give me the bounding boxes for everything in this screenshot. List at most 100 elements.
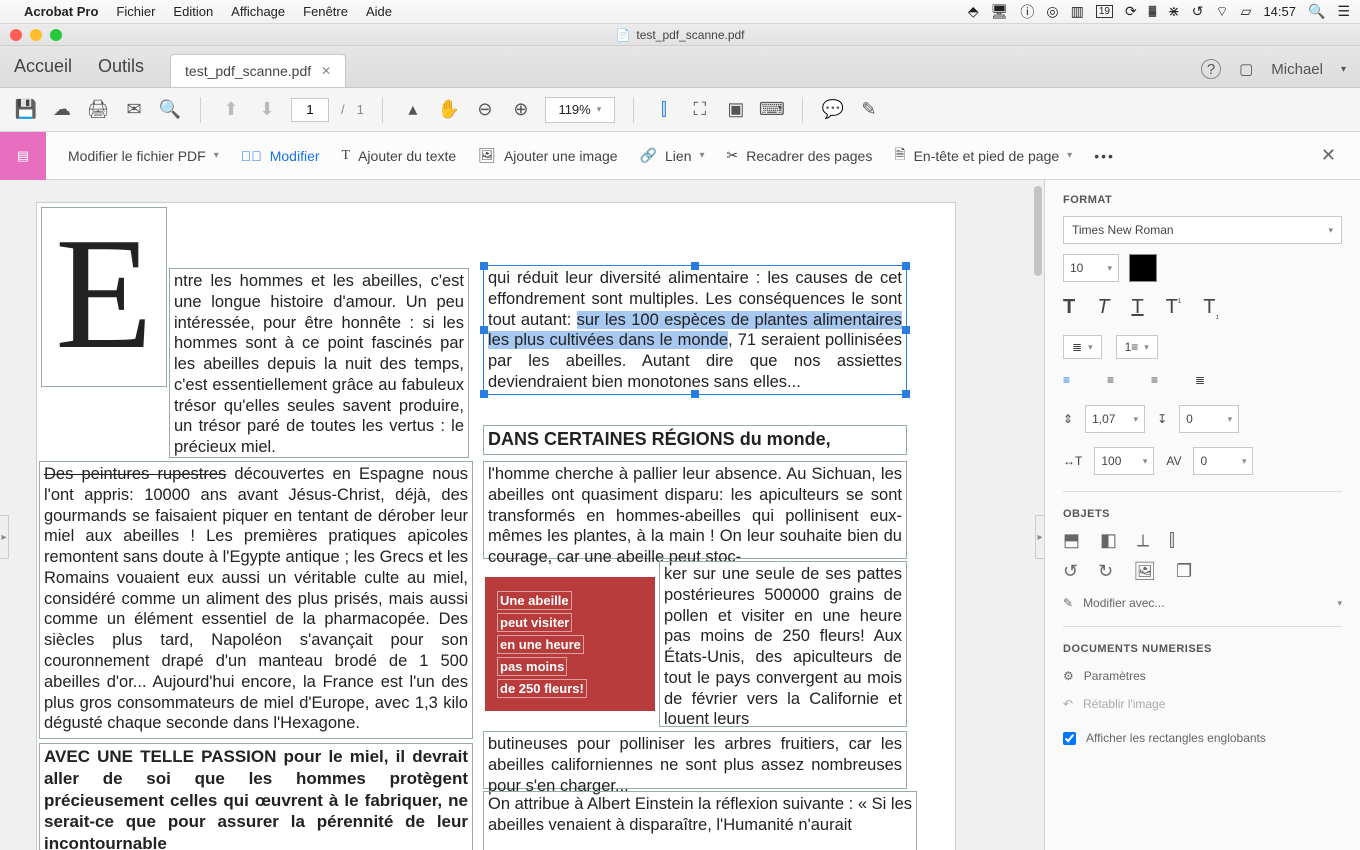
- subscript-button[interactable]: T₁: [1203, 296, 1219, 321]
- align-right-button[interactable]: ≡: [1151, 373, 1173, 391]
- rotate-ccw-icon[interactable]: ↺: [1063, 561, 1078, 582]
- flip-h-icon[interactable]: ◧: [1100, 530, 1117, 551]
- pdf-page[interactable]: E ntre les hommes et les abeilles, c'est…: [36, 202, 956, 850]
- replace-image-icon[interactable]: 🖼: [1133, 561, 1156, 582]
- minimize-window-button[interactable]: [30, 29, 42, 41]
- heading-box[interactable]: DANS CERTAINES RÉGIONS du monde,: [483, 425, 907, 455]
- add-image-button[interactable]: 🖼 Ajouter une image: [478, 147, 617, 164]
- toolbar-icon[interactable]: ▥: [1071, 3, 1084, 20]
- fit-page-icon[interactable]: ⛶: [688, 98, 712, 122]
- comment-icon[interactable]: 💬: [821, 98, 845, 122]
- clock[interactable]: 14:57: [1263, 4, 1296, 19]
- scrollbar-thumb[interactable]: [1034, 186, 1042, 276]
- show-bounding-boxes-checkbox[interactable]: [1063, 732, 1076, 745]
- right-panel-toggle[interactable]: ▸: [1035, 515, 1044, 559]
- device-icon[interactable]: ▢: [1239, 60, 1253, 78]
- align-obj-icon[interactable]: ⫿: [1169, 530, 1175, 551]
- text-box[interactable]: AVEC UNE TELLE PASSION pour le miel, il …: [39, 743, 473, 850]
- zoom-dropdown[interactable]: 119% ▾: [545, 97, 615, 123]
- memory-icon[interactable]: ▓: [1149, 6, 1156, 17]
- modify-button[interactable]: ✎⃞ Modifier: [241, 148, 320, 164]
- font-family-select[interactable]: Times New Roman▾: [1063, 216, 1342, 244]
- select-tool-icon[interactable]: ▴: [401, 98, 425, 122]
- app-name[interactable]: Acrobat Pro: [24, 4, 98, 19]
- settings-button[interactable]: ⚙ Paramètres: [1063, 669, 1342, 683]
- dropbox-icon[interactable]: ⬘: [968, 3, 979, 20]
- tab-accueil[interactable]: Accueil: [14, 56, 72, 87]
- underline-button[interactable]: T: [1131, 296, 1143, 321]
- number-list-button[interactable]: 1≡ ▾: [1116, 335, 1158, 359]
- cc-cloud-icon[interactable]: ◎: [1046, 3, 1058, 20]
- superscript-button[interactable]: T¹: [1166, 296, 1182, 321]
- bluetooth-icon[interactable]: ⋇: [1168, 3, 1180, 20]
- search-icon[interactable]: 🔍: [158, 98, 182, 122]
- font-color-swatch[interactable]: [1129, 254, 1157, 282]
- print-icon[interactable]: 🖨: [86, 98, 110, 122]
- hscale-select[interactable]: 100▾: [1094, 447, 1154, 475]
- text-box[interactable]: ker sur une seule de ses pattes postérie…: [659, 561, 907, 727]
- close-window-button[interactable]: [10, 29, 22, 41]
- prev-page-icon[interactable]: ⬆: [219, 98, 243, 122]
- link-button[interactable]: 🔗 Lien ▾: [640, 147, 705, 164]
- space-after-select[interactable]: 0▾: [1179, 405, 1239, 433]
- dropcap-box[interactable]: E: [41, 207, 167, 387]
- menu-aide[interactable]: Aide: [366, 4, 392, 19]
- display-icon[interactable]: 🖥: [991, 3, 1009, 20]
- list-icon[interactable]: ☰: [1337, 3, 1350, 20]
- tab-outils[interactable]: Outils: [98, 56, 144, 87]
- modify-with-button[interactable]: ✎ Modifier avec... ▾: [1063, 596, 1342, 610]
- zoom-window-button[interactable]: [50, 29, 62, 41]
- menu-affichage[interactable]: Affichage: [231, 4, 285, 19]
- edit-pdf-tool-icon[interactable]: ▤: [0, 132, 46, 180]
- hand-tool-icon[interactable]: ✋: [437, 98, 461, 122]
- menu-fenetre[interactable]: Fenêtre: [303, 4, 348, 19]
- text-box[interactable]: Des peintures rupestres découvertes en E…: [39, 461, 473, 739]
- add-text-button[interactable]: T Ajouter du texte: [342, 148, 457, 164]
- tab-document-active[interactable]: test_pdf_scanne.pdf ✕: [170, 54, 346, 87]
- menu-edition[interactable]: Edition: [173, 4, 213, 19]
- bullet-list-button[interactable]: ≣ ▾: [1063, 335, 1102, 359]
- crop-obj-icon[interactable]: ⟂: [1137, 530, 1149, 551]
- rotate-cw-icon[interactable]: ↻: [1098, 561, 1113, 582]
- battery-icon[interactable]: ▱: [1241, 3, 1252, 20]
- zoom-out-icon[interactable]: ⊖: [473, 98, 497, 122]
- header-footer-button[interactable]: 🗎 En-tête et pied de page ▾: [894, 144, 1072, 168]
- keyboard-icon[interactable]: ⌨: [760, 98, 784, 122]
- highlight-icon[interactable]: ✎: [857, 98, 881, 122]
- align-left-button[interactable]: ≡: [1063, 373, 1085, 391]
- bold-button[interactable]: T: [1063, 296, 1075, 321]
- sync-icon[interactable]: ⟳: [1125, 3, 1137, 20]
- font-size-select[interactable]: 10▾: [1063, 254, 1119, 282]
- user-name[interactable]: Michael: [1271, 61, 1323, 78]
- save-icon[interactable]: 💾: [14, 98, 38, 122]
- arrange-icon[interactable]: ❐: [1176, 561, 1192, 582]
- tracking-select[interactable]: 0▾: [1193, 447, 1253, 475]
- user-caret-icon[interactable]: ▾: [1341, 64, 1346, 75]
- help-icon[interactable]: ?: [1201, 59, 1221, 79]
- text-box-selected[interactable]: qui réduit leur diversité alimentaire : …: [483, 265, 907, 395]
- next-page-icon[interactable]: ⬇: [255, 98, 279, 122]
- calendar-icon[interactable]: 19: [1096, 5, 1113, 18]
- edit-pdf-title[interactable]: Modifier le fichier PDF ▾: [68, 148, 219, 164]
- wifi-icon[interactable]: ⌔: [1216, 3, 1229, 21]
- align-justify-button[interactable]: ≣: [1195, 373, 1217, 391]
- spotlight-icon[interactable]: 🔍: [1308, 3, 1325, 20]
- tab-close-icon[interactable]: ✕: [321, 64, 331, 78]
- cloud-icon[interactable]: ☁: [50, 98, 74, 122]
- more-tools-button[interactable]: •••: [1094, 148, 1115, 164]
- timemachine-icon[interactable]: ↺: [1192, 3, 1204, 20]
- italic-button[interactable]: T: [1097, 296, 1109, 321]
- left-panel-toggle[interactable]: ▸: [0, 515, 9, 559]
- text-box[interactable]: ntre les hommes et les abeilles, c'est u…: [169, 268, 469, 458]
- zoom-in-icon[interactable]: ⊕: [509, 98, 533, 122]
- callout-box[interactable]: Une abeille peut visiter en une heure pa…: [485, 577, 655, 711]
- close-tool-icon[interactable]: ✕: [1321, 145, 1336, 166]
- menu-fichier[interactable]: Fichier: [116, 4, 155, 19]
- line-height-select[interactable]: 1,07▾: [1085, 405, 1145, 433]
- page-display-icon[interactable]: ▣: [724, 98, 748, 122]
- text-box[interactable]: On attribue à Albert Einstein la réflexi…: [483, 791, 917, 850]
- text-box[interactable]: butineuses pour polliniser les arbres fr…: [483, 731, 907, 789]
- info-icon[interactable]: ⓘ: [1020, 2, 1034, 22]
- fit-width-icon[interactable]: ⫿: [652, 98, 676, 122]
- crop-button[interactable]: ✂ Recadrer des pages: [727, 147, 873, 164]
